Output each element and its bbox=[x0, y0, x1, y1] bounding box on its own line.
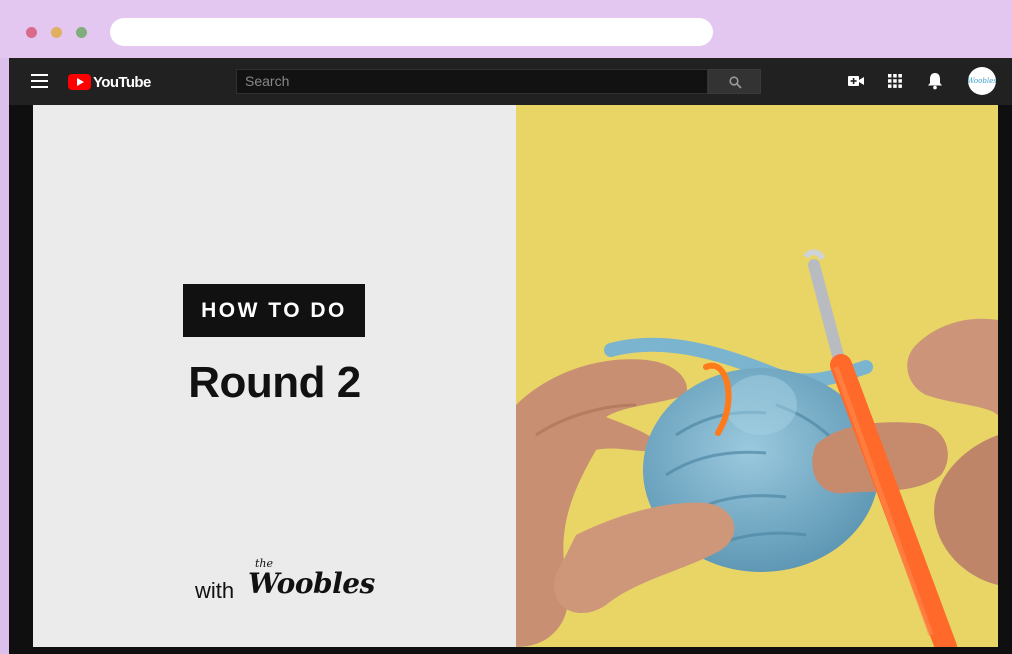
hamburger-menu-icon[interactable] bbox=[31, 74, 48, 88]
browser-chrome bbox=[0, 0, 1012, 58]
search-icon bbox=[729, 76, 742, 89]
browser-window: YouTube Search Woobles HOW TO DO Round 2… bbox=[9, 58, 1012, 654]
maximize-window-button[interactable] bbox=[76, 27, 87, 38]
search-button[interactable] bbox=[708, 69, 761, 94]
avatar-label: Woobles bbox=[968, 77, 996, 85]
crochet-demo-image bbox=[516, 105, 998, 647]
address-bar[interactable] bbox=[110, 18, 713, 46]
brand-signature: with the Woobles bbox=[193, 557, 375, 607]
avatar[interactable]: Woobles bbox=[968, 67, 996, 95]
youtube-logo-text: YouTube bbox=[93, 73, 151, 91]
apps-grid-icon[interactable] bbox=[887, 73, 903, 89]
video-player[interactable]: HOW TO DO Round 2 with the Woobles bbox=[33, 105, 998, 647]
minimize-window-button[interactable] bbox=[51, 27, 62, 38]
search-input[interactable]: Search bbox=[236, 69, 708, 94]
youtube-play-icon bbox=[68, 74, 91, 90]
how-to-badge: HOW TO DO bbox=[183, 284, 365, 337]
create-video-icon[interactable] bbox=[847, 72, 865, 90]
brand-name: Woobles bbox=[248, 567, 375, 600]
crochet-illustration bbox=[516, 105, 998, 647]
youtube-logo[interactable]: YouTube bbox=[68, 73, 151, 91]
youtube-header: YouTube Search Woobles bbox=[9, 58, 1012, 105]
close-window-button[interactable] bbox=[26, 27, 37, 38]
video-title-panel: HOW TO DO Round 2 with the Woobles bbox=[33, 105, 516, 647]
notifications-bell-icon[interactable] bbox=[927, 72, 943, 90]
video-title: Round 2 bbox=[188, 358, 361, 407]
brand-prefix: with bbox=[195, 578, 235, 603]
